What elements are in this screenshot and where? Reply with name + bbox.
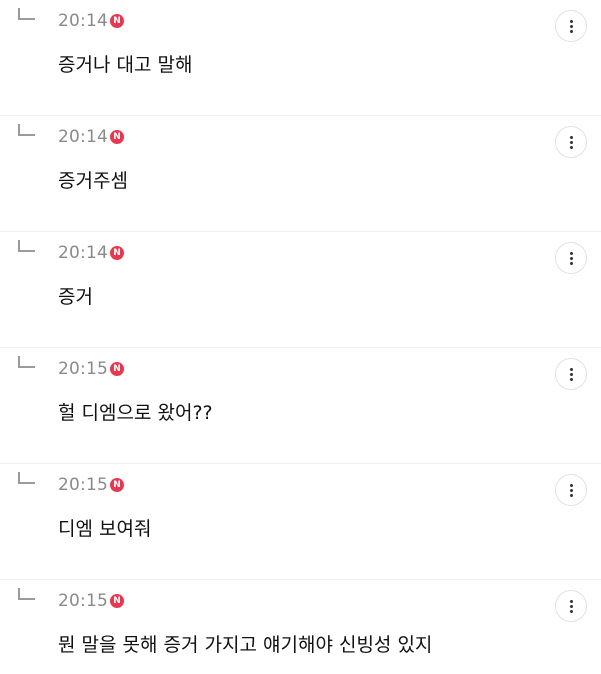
reply-time: 20:14	[58, 11, 108, 31]
reply-text: 증거	[58, 286, 93, 308]
reply-time: 20:15	[58, 475, 108, 495]
reply-meta: 20:14 N	[58, 8, 124, 34]
new-badge-icon: N	[110, 14, 124, 28]
reply-item: 20:14 N 증거나 대고 말해	[0, 0, 601, 116]
reply-item: 20:15 N 디엠 보여줘	[0, 464, 601, 580]
reply-text: 뭔 말을 못해 증거 가지고 얘기해야 신빙성 있지	[58, 634, 433, 656]
new-badge-icon: N	[110, 478, 124, 492]
new-badge-icon: N	[110, 246, 124, 260]
reply-text: 증거주셈	[58, 170, 128, 192]
reply-time: 20:15	[58, 591, 108, 611]
more-options-button[interactable]	[555, 358, 587, 390]
reply-time: 20:15	[58, 359, 108, 379]
reply-arrow-icon	[18, 8, 35, 20]
reply-item: 20:15 N 헐 디엠으로 왔어??	[0, 348, 601, 464]
reply-text: 증거나 대고 말해	[58, 54, 193, 76]
reply-item: 20:14 N 증거주셈	[0, 116, 601, 232]
reply-list: 20:14 N 증거나 대고 말해 20:14 N 증거주셈 20:14 N 증…	[0, 0, 601, 674]
reply-text: 헐 디엠으로 왔어??	[58, 402, 213, 424]
more-options-button[interactable]	[555, 10, 587, 42]
reply-arrow-icon	[18, 356, 35, 368]
reply-arrow-icon	[18, 588, 35, 600]
reply-arrow-icon	[18, 124, 35, 136]
reply-item: 20:15 N 뭔 말을 못해 증거 가지고 얘기해야 신빙성 있지	[0, 580, 601, 674]
reply-meta: 20:14 N	[58, 124, 124, 150]
reply-time: 20:14	[58, 243, 108, 263]
reply-text: 디엠 보여줘	[58, 518, 152, 540]
more-vertical-icon	[569, 140, 573, 144]
more-vertical-icon	[569, 24, 573, 28]
more-options-button[interactable]	[555, 590, 587, 622]
more-vertical-icon	[569, 256, 573, 260]
new-badge-icon: N	[110, 594, 124, 608]
reply-meta: 20:15 N	[58, 588, 124, 614]
more-options-button[interactable]	[555, 242, 587, 274]
reply-time: 20:14	[58, 127, 108, 147]
new-badge-icon: N	[110, 130, 124, 144]
reply-meta: 20:15 N	[58, 356, 124, 382]
more-options-button[interactable]	[555, 126, 587, 158]
reply-item: 20:14 N 증거	[0, 232, 601, 348]
reply-arrow-icon	[18, 472, 35, 484]
more-vertical-icon	[569, 604, 573, 608]
more-vertical-icon	[569, 372, 573, 376]
more-vertical-icon	[569, 488, 573, 492]
reply-arrow-icon	[18, 240, 35, 252]
reply-meta: 20:15 N	[58, 472, 124, 498]
more-options-button[interactable]	[555, 474, 587, 506]
reply-meta: 20:14 N	[58, 240, 124, 266]
new-badge-icon: N	[110, 362, 124, 376]
